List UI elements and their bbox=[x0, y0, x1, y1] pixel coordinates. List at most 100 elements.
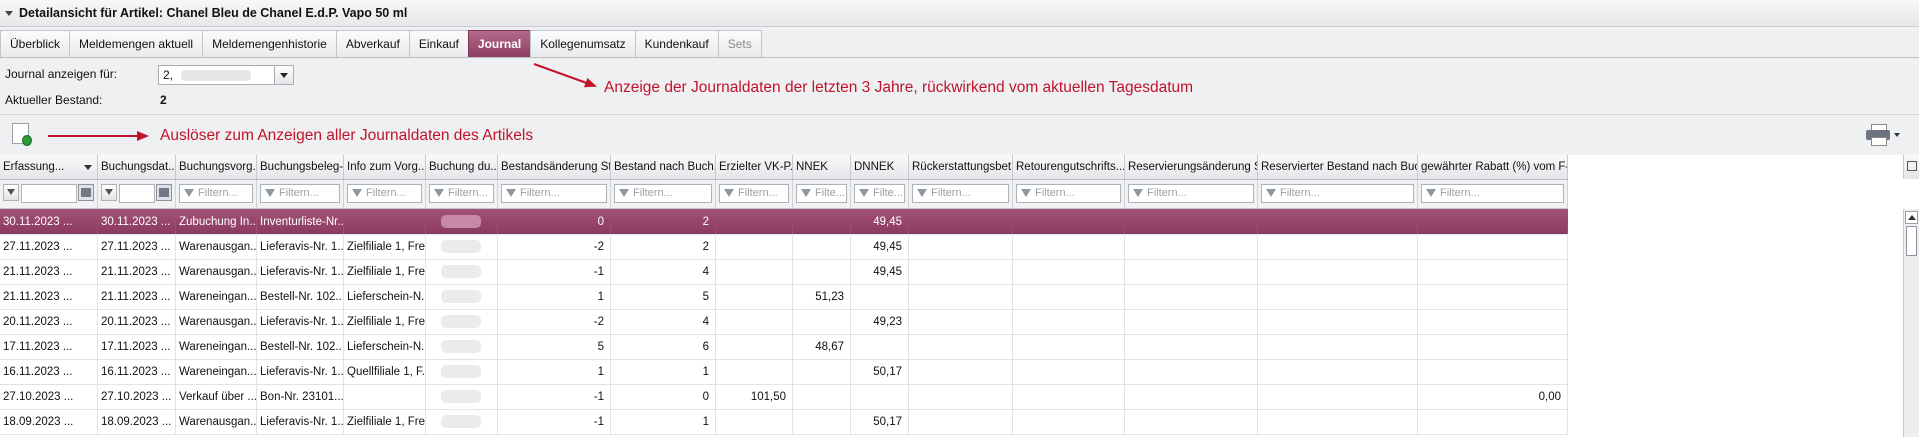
table-cell bbox=[1258, 334, 1418, 359]
table-cell bbox=[426, 384, 498, 409]
column-header[interactable]: Retourengutschrifts... bbox=[1013, 155, 1125, 179]
filter-cell: Filtern... bbox=[909, 180, 1013, 208]
table-cell bbox=[1013, 384, 1125, 409]
scroll-thumb[interactable] bbox=[1906, 226, 1917, 256]
table-cell: 4 bbox=[611, 259, 716, 284]
filter-input[interactable]: Filtern... bbox=[912, 184, 1009, 203]
table-cell bbox=[1258, 259, 1418, 284]
column-header[interactable]: Bestandsänderung St... bbox=[498, 155, 611, 179]
date-filter-input[interactable] bbox=[21, 184, 77, 203]
calendar-icon[interactable] bbox=[156, 184, 172, 201]
table-cell bbox=[909, 384, 1013, 409]
filter-input[interactable]: Filtern... bbox=[501, 184, 607, 203]
table-cell: 49,23 bbox=[851, 309, 909, 334]
column-header[interactable]: Info zum Vorg... bbox=[344, 155, 426, 179]
column-header[interactable]: Bestand nach Buch... bbox=[611, 155, 716, 179]
table-row[interactable]: 18.09.2023 ... 18.09.2023 ... Warenausgan.… bbox=[0, 409, 1568, 435]
filter-input[interactable]: Filte... bbox=[796, 184, 847, 203]
button-annotation: Auslöser zum Anzeigen aller Journaldaten… bbox=[160, 127, 534, 144]
table-row[interactable]: 21.11.2023 ... 21.11.2023 ... Wareneingan.… bbox=[0, 284, 1568, 310]
column-header[interactable]: NNEK bbox=[793, 155, 851, 179]
filter-input[interactable]: Filtern... bbox=[1421, 184, 1564, 203]
table-cell bbox=[793, 234, 851, 259]
table-cell: Warenausgan... bbox=[176, 259, 257, 284]
table-row[interactable]: 27.11.2023 ... 27.11.2023 ... Warenausgan.… bbox=[0, 234, 1568, 260]
filter-input[interactable]: Filtern... bbox=[719, 184, 789, 203]
filter-input[interactable]: Filtern... bbox=[179, 184, 253, 203]
table-cell bbox=[909, 284, 1013, 309]
column-header[interactable]: Buchung du... bbox=[426, 155, 498, 179]
filter-input[interactable]: Filtern... bbox=[429, 184, 494, 203]
column-header[interactable]: Buchungsvorg... bbox=[176, 155, 257, 179]
column-header[interactable]: gewährter Rabatt (%) vom F-... bbox=[1418, 155, 1568, 179]
table-cell: 0 bbox=[498, 209, 611, 234]
table-cell: 30.11.2023 ... bbox=[0, 209, 98, 234]
vertical-scrollbar[interactable] bbox=[1903, 209, 1919, 437]
column-header[interactable]: Erfassung... bbox=[0, 155, 98, 179]
column-header[interactable]: Buchungsbeleg-... bbox=[257, 155, 344, 179]
filter-input[interactable]: Filtern... bbox=[1261, 184, 1414, 203]
column-header[interactable]: Reservierungsänderung St... bbox=[1125, 155, 1258, 179]
redacted-cell bbox=[441, 315, 481, 328]
table-row[interactable]: 20.11.2023 ... 20.11.2023 ... Warenausgan.… bbox=[0, 309, 1568, 335]
table-cell: Lieferavis-Nr. 1... bbox=[257, 309, 344, 334]
column-header-label: Buchungsvorg... bbox=[179, 161, 257, 173]
table-row[interactable]: 17.11.2023 ... 17.11.2023 ... Wareneingan.… bbox=[0, 334, 1568, 360]
table-cell bbox=[909, 359, 1013, 384]
table-cell bbox=[1418, 284, 1568, 309]
table-cell bbox=[1418, 259, 1568, 284]
table-row[interactable]: 16.11.2023 ... 16.11.2023 ... Wareneingan.… bbox=[0, 359, 1568, 385]
filter-input[interactable]: Filtern... bbox=[614, 184, 712, 203]
table-cell: 5 bbox=[498, 334, 611, 359]
table-cell bbox=[426, 259, 498, 284]
table-cell bbox=[716, 284, 793, 309]
redacted-cell bbox=[441, 415, 481, 428]
column-header-label: Bestandsänderung St... bbox=[501, 161, 611, 173]
table-cell bbox=[851, 334, 909, 359]
table-cell bbox=[1258, 209, 1418, 234]
table-cell: 1 bbox=[498, 284, 611, 309]
filter-input[interactable]: Filtern... bbox=[260, 184, 340, 203]
filter-operator-icon[interactable] bbox=[101, 184, 117, 201]
column-header[interactable]: DNNEK bbox=[851, 155, 909, 179]
grid-header-row: Erfassung... Buchungsdat... Buchungsvorg..… bbox=[0, 155, 1568, 180]
column-header[interactable]: Buchungsdat... bbox=[98, 155, 176, 179]
calendar-icon[interactable] bbox=[78, 184, 94, 201]
table-cell: Quellfiliale 1, F... bbox=[344, 359, 426, 384]
filter-cell: Filtern... bbox=[1258, 180, 1418, 208]
column-menu-icon[interactable] bbox=[1903, 155, 1919, 179]
filter-input[interactable]: Filtern... bbox=[1016, 184, 1121, 203]
table-cell bbox=[716, 309, 793, 334]
table-cell bbox=[1013, 284, 1125, 309]
table-cell: Bon-Nr. 23101... bbox=[257, 384, 344, 409]
date-filter-input[interactable] bbox=[119, 184, 155, 203]
column-header[interactable]: Erzielter VK-P... bbox=[716, 155, 793, 179]
table-row[interactable]: 21.11.2023 ... 21.11.2023 ... Warenausgan.… bbox=[0, 259, 1568, 285]
table-cell: 27.10.2023 ... bbox=[0, 384, 98, 409]
filter-cell: Filtern... bbox=[344, 180, 426, 208]
arrow-to-journal-tab bbox=[533, 63, 597, 88]
table-cell: 1 bbox=[498, 359, 611, 384]
column-header-label: Retourengutschrifts... bbox=[1016, 161, 1125, 173]
column-header-label: Info zum Vorg... bbox=[347, 161, 426, 173]
column-header[interactable]: Reservierter Bestand nach Buch... bbox=[1258, 155, 1418, 179]
table-cell bbox=[909, 334, 1013, 359]
filter-operator-icon[interactable] bbox=[3, 184, 19, 201]
column-header-label: Buchung du... bbox=[429, 161, 498, 173]
filter-input[interactable]: Filtern... bbox=[1128, 184, 1254, 203]
filter-input[interactable]: Filtern... bbox=[347, 184, 422, 203]
filter-cell: Filte... bbox=[793, 180, 851, 208]
table-cell bbox=[716, 209, 793, 234]
table-row[interactable]: 30.11.2023 ... 30.11.2023 ... Zubuchung In… bbox=[0, 209, 1568, 235]
table-row[interactable]: 27.10.2023 ... 27.10.2023 ... Verkauf über… bbox=[0, 384, 1568, 410]
filter-input[interactable]: Filte... bbox=[854, 184, 905, 203]
table-cell: 27.10.2023 ... bbox=[98, 384, 176, 409]
table-cell: 21.11.2023 ... bbox=[0, 259, 98, 284]
tab-annotation: Anzeige der Journaldaten der letzten 3 J… bbox=[604, 79, 1194, 96]
table-cell bbox=[1125, 384, 1258, 409]
table-cell bbox=[1013, 259, 1125, 284]
scroll-up-icon[interactable] bbox=[1905, 211, 1918, 224]
column-header[interactable]: Rückerstattungsbet... bbox=[909, 155, 1013, 179]
table-cell bbox=[909, 234, 1013, 259]
table-cell: -1 bbox=[498, 384, 611, 409]
